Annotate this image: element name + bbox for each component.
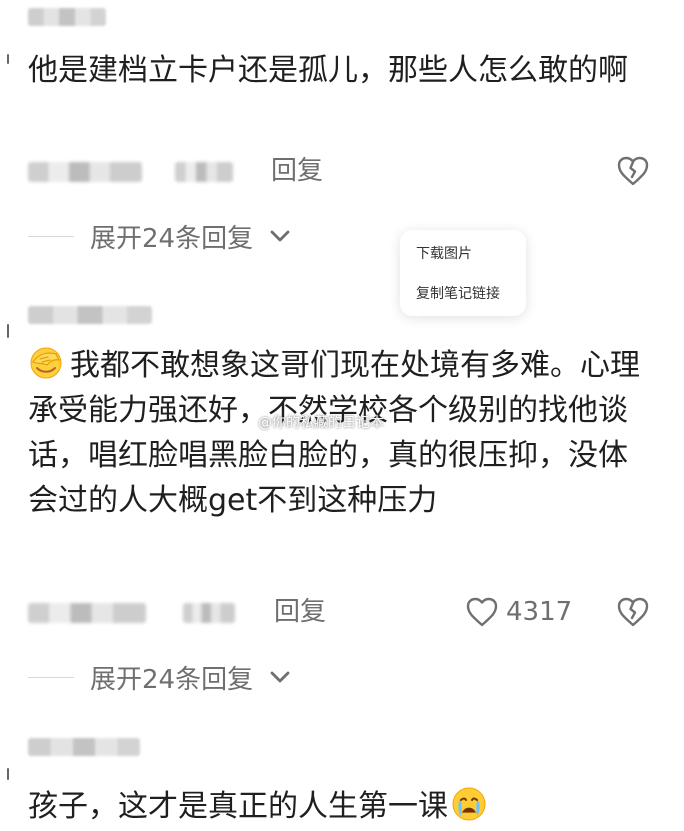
blurred-username [28, 738, 140, 756]
comment-meta-row: 回复 4317 [28, 595, 649, 629]
expand-replies-label: 展开24条回复 [90, 223, 254, 254]
expand-replies-button[interactable]: 展开24条回复 [28, 219, 291, 254]
comment-text-content: 他是建档立卡户还是孤儿，那些人怎么敢的啊 [28, 53, 628, 88]
menu-item-download-image[interactable]: 下载图片 [416, 245, 472, 263]
expand-replies-label: 展开24条回复 [90, 664, 254, 695]
comment-text: 孩子，这才是真正的人生第一课 [28, 784, 648, 829]
broken-heart-icon[interactable] [617, 156, 649, 186]
blurred-location [175, 162, 233, 182]
expand-replies-button[interactable]: 展开24条回复 [28, 660, 291, 695]
chevron-down-icon [269, 228, 291, 244]
comment-item: 我都不敢想象这哥们现在处境有多难。心理承受能力强还好，不然学校各个级别的找他谈话… [0, 292, 684, 704]
blurred-meta-info [28, 162, 142, 182]
blurred-location [183, 603, 235, 623]
chevron-down-icon [269, 669, 291, 685]
reply-button[interactable]: 回复 [271, 154, 323, 188]
blurred-username [28, 306, 152, 324]
comment-meta-row: 回复 [28, 154, 649, 188]
comment-text-content: 我都不敢想象这哥们现在处境有多难。心理承受能力强还好，不然学校各个级别的找他谈话… [28, 348, 640, 518]
heart-icon [466, 597, 498, 627]
facepalm-emoji [28, 345, 64, 381]
crying-emoji [450, 785, 488, 823]
blurred-username [28, 8, 106, 26]
like-count: 4317 [506, 597, 573, 627]
blurred-meta-info [28, 603, 146, 623]
expand-divider [28, 676, 74, 678]
like-button[interactable]: 4317 [466, 595, 572, 629]
comment-text-content: 孩子，这才是真正的人生第一课 [28, 789, 448, 824]
comment-text: 我都不敢想象这哥们现在处境有多难。心理承受能力强还好，不然学校各个级别的找他谈话… [28, 343, 648, 523]
reply-button[interactable]: 回复 [274, 595, 326, 629]
comment-feed: 他是建档立卡户还是孤儿，那些人怎么敢的啊 回复 展开24条回复 下载图片 复制笔… [0, 0, 684, 831]
comment-item: 孩子，这才是真正的人生第一课 [0, 728, 684, 831]
broken-heart-icon[interactable] [617, 597, 649, 627]
comment-item: 他是建档立卡户还是孤儿，那些人怎么敢的啊 回复 展开24条回复 [0, 0, 684, 260]
expand-divider [28, 235, 74, 237]
comment-text: 他是建档立卡户还是孤儿，那些人怎么敢的啊 [28, 48, 648, 93]
